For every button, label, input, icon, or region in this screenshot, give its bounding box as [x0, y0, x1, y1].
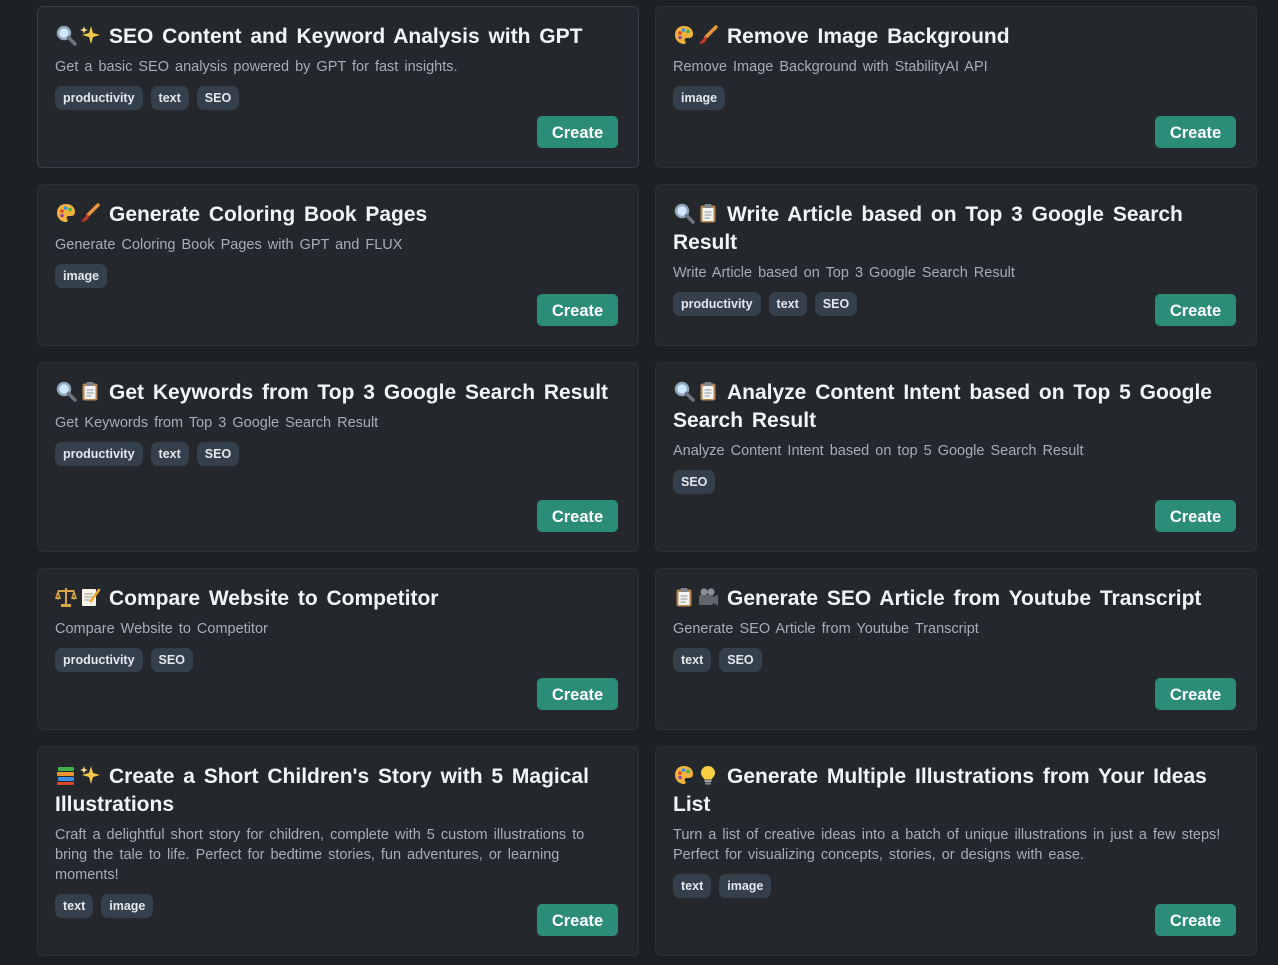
magnifier-icon [55, 380, 77, 402]
tag-badge[interactable]: image [101, 894, 154, 918]
card-title-text: Write Article based on Top 3 Google Sear… [673, 203, 1183, 254]
books-icon [55, 764, 77, 786]
tag-badge[interactable]: SEO [196, 86, 240, 110]
tag-badge[interactable]: SEO [150, 648, 193, 672]
tag-list: image [55, 264, 621, 288]
card-title-text: Analyze Content Intent based on Top 5 Go… [673, 381, 1212, 432]
card-title: Remove Image Background [673, 23, 1239, 51]
tag-badge[interactable]: productivity [673, 292, 761, 316]
card-description: Turn a list of creative ideas into a bat… [673, 827, 1221, 863]
card-description: Craft a delightful short story for child… [55, 827, 585, 883]
card-title-text: Compare Website to Competitor [109, 587, 439, 610]
tag-badge[interactable]: text [150, 442, 189, 466]
card-title: Write Article based on Top 3 Google Sear… [673, 201, 1239, 257]
card-description: Analyze Content Intent based on top 5 Go… [673, 443, 1084, 459]
card-description: Write Article based on Top 3 Google Sear… [673, 265, 1015, 281]
create-button[interactable]: Create [537, 500, 618, 532]
tag-badge[interactable]: productivity [55, 86, 143, 110]
tag-badge[interactable]: SEO [814, 292, 858, 316]
template-card[interactable]: Remove Image Background Remove Image Back… [655, 6, 1257, 168]
template-card[interactable]: Compare Website to Competitor Compare Web… [37, 568, 639, 730]
memo-icon [79, 586, 101, 608]
template-card[interactable]: Generate Multiple Illustrations from You… [655, 746, 1257, 956]
create-button[interactable]: Create [537, 294, 618, 326]
card-title-text: Generate Coloring Book Pages [109, 203, 428, 226]
tag-badge[interactable]: productivity [55, 648, 143, 672]
magnifier-icon [673, 380, 695, 402]
tag-list: productivity SEO [55, 648, 621, 672]
create-button[interactable]: Create [537, 904, 618, 936]
card-description: Generate Coloring Book Pages with GPT an… [55, 237, 403, 253]
tag-badge[interactable]: productivity [55, 442, 143, 466]
template-card[interactable]: Get Keywords from Top 3 Google Search Re… [37, 362, 639, 552]
card-title: Compare Website to Competitor [54, 585, 621, 613]
template-card[interactable]: Analyze Content Intent based on Top 5 Go… [655, 362, 1257, 552]
tag-list: productivity text SEO [55, 86, 621, 110]
create-button[interactable]: Create [537, 116, 618, 148]
tag-badge[interactable]: image [719, 874, 772, 898]
palette-icon [673, 764, 695, 786]
brush-icon [79, 202, 101, 224]
card-description: Get Keywords from Top 3 Google Search Re… [55, 415, 379, 431]
tag-badge[interactable]: text [55, 894, 94, 918]
card-title-text: Generate SEO Article from Youtube Transc… [727, 587, 1202, 610]
clipboard-icon [697, 202, 719, 224]
tag-badge[interactable]: image [55, 264, 108, 288]
template-grid: SEO Content and Keyword Analysis with GP… [0, 0, 1278, 965]
tag-badge[interactable]: text [768, 292, 807, 316]
lightbulb-icon [697, 764, 719, 786]
card-title-text: Generate Multiple Illustrations from You… [673, 765, 1207, 816]
camera-icon [697, 586, 719, 608]
card-title: Get Keywords from Top 3 Google Search Re… [55, 379, 621, 407]
sparkles-icon [79, 764, 101, 786]
template-card[interactable]: Generate SEO Article from Youtube Transc… [655, 568, 1257, 730]
clipboard-icon [697, 380, 719, 402]
card-title: SEO Content and Keyword Analysis with GP… [55, 23, 621, 51]
tag-list: productivity text SEO [55, 442, 621, 466]
card-description: Remove Image Background with StabilityAI… [673, 59, 988, 75]
template-card[interactable]: Create a Short Children's Story with 5 M… [37, 746, 639, 956]
create-button[interactable]: Create [1155, 678, 1236, 710]
magnifier-icon [673, 202, 695, 224]
card-title: Analyze Content Intent based on Top 5 Go… [673, 379, 1239, 435]
card-title-text: Create a Short Children's Story with 5 M… [55, 765, 589, 816]
create-button[interactable]: Create [1155, 500, 1236, 532]
card-title-text: Get Keywords from Top 3 Google Search Re… [109, 381, 609, 404]
tag-badge[interactable]: SEO [196, 442, 240, 466]
palette-icon [55, 202, 77, 224]
tag-badge[interactable]: text [673, 648, 712, 672]
template-card[interactable]: Write Article based on Top 3 Google Sear… [655, 184, 1257, 346]
card-title: Generate Multiple Illustrations from You… [673, 763, 1239, 819]
create-button[interactable]: Create [1155, 904, 1236, 936]
tag-list: image [673, 86, 1239, 110]
tag-list: text image [673, 874, 1239, 898]
scales-icon [54, 586, 78, 608]
card-title-text: Remove Image Background [727, 25, 1010, 48]
tag-badge[interactable]: text [150, 86, 189, 110]
card-title: Generate SEO Article from Youtube Transc… [673, 585, 1239, 613]
card-description: Generate SEO Article from Youtube Transc… [673, 621, 979, 637]
card-title: Generate Coloring Book Pages [55, 201, 621, 229]
magnifier-icon [55, 24, 77, 46]
brush-icon [697, 24, 719, 46]
palette-icon [673, 24, 695, 46]
card-description: Get a basic SEO analysis powered by GPT … [55, 59, 458, 75]
template-card[interactable]: SEO Content and Keyword Analysis with GP… [37, 6, 639, 168]
tag-badge[interactable]: text [673, 874, 712, 898]
card-description: Compare Website to Competitor [55, 621, 268, 637]
create-button[interactable]: Create [537, 678, 618, 710]
template-card[interactable]: Generate Coloring Book Pages Generate Col… [37, 184, 639, 346]
tag-list: SEO [673, 470, 1239, 494]
card-title: Create a Short Children's Story with 5 M… [55, 763, 621, 819]
create-button[interactable]: Create [1155, 116, 1236, 148]
tag-badge[interactable]: SEO [719, 648, 762, 672]
create-button[interactable]: Create [1155, 294, 1236, 326]
card-title-text: SEO Content and Keyword Analysis with GP… [109, 25, 583, 48]
clipboard-icon [79, 380, 101, 402]
clipboard-icon [673, 586, 695, 608]
sparkles-icon [79, 24, 101, 46]
tag-badge[interactable]: image [673, 86, 726, 110]
tag-badge[interactable]: SEO [673, 470, 716, 494]
tag-list: text SEO [673, 648, 1239, 672]
